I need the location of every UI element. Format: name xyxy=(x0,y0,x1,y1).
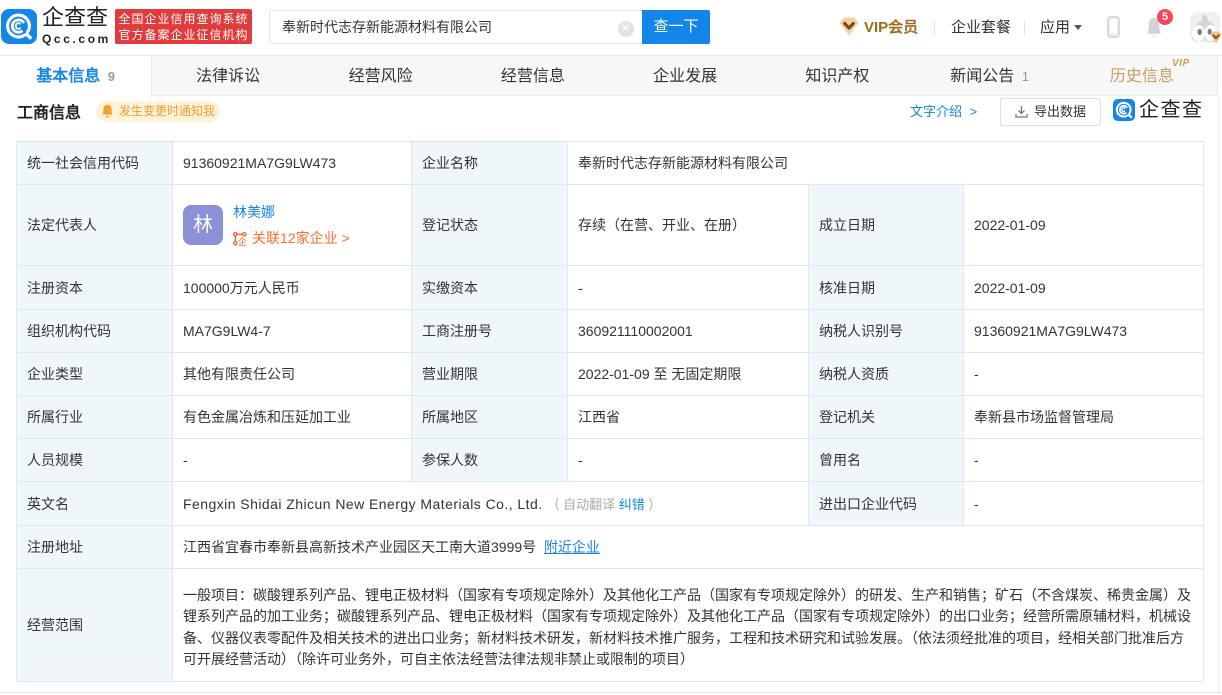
svg-text:企: 企 xyxy=(238,236,247,246)
